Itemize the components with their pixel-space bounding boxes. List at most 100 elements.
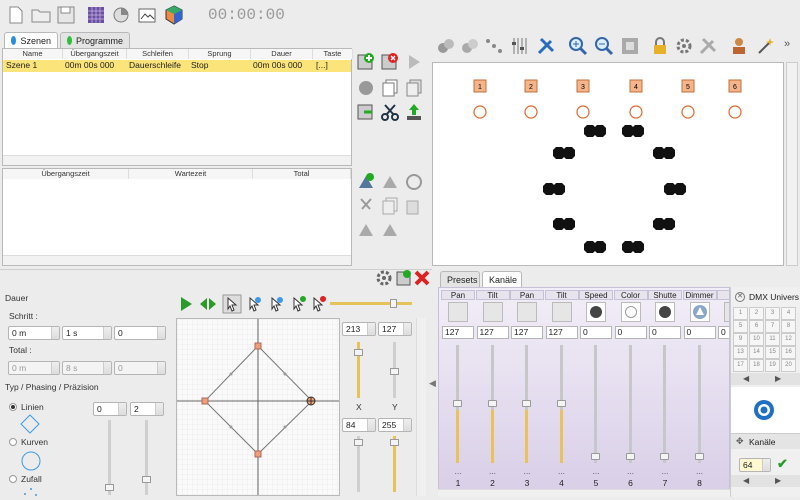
magic-wand-icon[interactable] [756, 36, 776, 56]
dmx-prev-icon[interactable]: ◀ [743, 374, 749, 383]
close-red-icon[interactable] [412, 268, 432, 288]
fixture-1[interactable]: 1 [473, 79, 487, 119]
zoom-out-icon[interactable] [594, 36, 614, 56]
dmx-cell[interactable]: 12 [781, 333, 796, 346]
channel-preset-button[interactable] [448, 302, 468, 322]
col-sprung[interactable]: Sprung [189, 49, 251, 59]
xy-pad[interactable] [176, 318, 340, 496]
export-icon[interactable] [404, 102, 424, 122]
kanaele-prev-icon[interactable]: ◀ [743, 476, 749, 485]
fit-view-icon[interactable] [620, 36, 640, 56]
channel-value-input[interactable]: 127 [476, 326, 509, 339]
delete-step-icon[interactable] [380, 172, 400, 192]
xy-pad-canvas[interactable] [177, 319, 339, 495]
dmx-cell[interactable]: 15 [765, 346, 780, 359]
add-scene-icon[interactable] [356, 52, 376, 72]
precision-slider[interactable] [142, 420, 151, 495]
fixture-6[interactable]: 6 [728, 79, 742, 119]
col-name[interactable]: Name [3, 49, 63, 59]
fader-knob[interactable] [487, 399, 497, 407]
fixture-4[interactable]: 4 [629, 79, 643, 119]
dmx-cell[interactable]: 4 [781, 307, 796, 320]
dmx-cell[interactable]: 5 [733, 320, 748, 333]
fader-knob[interactable] [556, 399, 566, 407]
edit-step-icon[interactable] [380, 220, 400, 240]
channel-value-input[interactable]: 0 [580, 326, 612, 339]
col-dauer[interactable]: Dauer [251, 49, 313, 59]
col-step-wartezeit[interactable]: Wartezeit [129, 169, 253, 179]
paste-icon[interactable] [404, 78, 424, 98]
move-point-icon[interactable] [266, 294, 286, 314]
stage-vscrollbar[interactable] [786, 62, 798, 266]
dmx-cell[interactable]: 16 [781, 346, 796, 359]
lock-icon[interactable] [650, 36, 670, 56]
channel-value-input[interactable]: 0 [649, 326, 681, 339]
cut-icon[interactable] [380, 102, 400, 122]
copy-step-icon[interactable] [380, 196, 400, 216]
phasing-slider[interactable] [105, 420, 114, 495]
dots-icon[interactable] [484, 36, 504, 56]
col-schleifen[interactable]: Schleifen [127, 49, 189, 59]
delete-scene-icon[interactable] [380, 52, 400, 72]
play-scene-icon[interactable] [404, 52, 424, 72]
col-step-total[interactable]: Total [253, 169, 351, 179]
table-row[interactable]: Szene 1 00m 00s 000 Dauerschleife Stop 0… [3, 60, 351, 72]
tab-kanaele[interactable]: Kanäle [482, 271, 522, 287]
fader-knob[interactable] [660, 453, 669, 460]
channel-preset-button[interactable] [551, 302, 572, 322]
radio-zufall[interactable] [9, 475, 17, 483]
tab-presets[interactable]: Presets [440, 271, 480, 287]
tab-programme[interactable]: Programme [60, 32, 130, 48]
dauer-vscrollbar[interactable] [416, 318, 426, 496]
channel-preset-button[interactable] [655, 302, 675, 322]
add-point-icon[interactable] [288, 294, 308, 314]
cube-icon[interactable] [163, 4, 185, 26]
dmx-cell[interactable]: 19 [765, 359, 780, 372]
speed-slider[interactable] [330, 299, 412, 308]
y2-value-input[interactable]: 255 [378, 418, 412, 432]
steps-hscrollbar[interactable] [3, 255, 351, 265]
cut-step-icon[interactable] [356, 196, 376, 216]
copy-icon[interactable] [380, 78, 400, 98]
x-value-input[interactable]: 213 [342, 322, 376, 336]
dmx-cell[interactable]: 17 [733, 359, 748, 372]
x2-value-input[interactable]: 84 [342, 418, 376, 432]
channel-value-input[interactable]: 127 [511, 326, 543, 339]
dmx-close-icon[interactable]: ✕ [735, 292, 745, 302]
schritt-seconds-input[interactable]: 1 s [62, 326, 112, 340]
fader-knob[interactable] [625, 453, 635, 460]
dmx-cell[interactable]: 7 [765, 320, 780, 333]
channel-value-input[interactable]: 127 [545, 326, 578, 339]
fixture-group2-icon[interactable] [460, 36, 480, 56]
loop-step-icon[interactable] [404, 172, 424, 192]
dmx-cell[interactable]: 20 [781, 359, 796, 372]
y-value-input[interactable]: 127 [378, 322, 412, 336]
add-step-icon[interactable] [356, 172, 376, 192]
col-uebergangszeit[interactable]: Übergangszeit [63, 49, 127, 59]
kanaele-next-icon[interactable]: ▶ [775, 476, 781, 485]
move-step-icon[interactable] [356, 220, 376, 240]
col-step-uebergangszeit[interactable]: Übergangszeit [3, 169, 129, 179]
faders-icon[interactable] [510, 36, 530, 56]
phasing-input[interactable]: 0 [93, 402, 127, 416]
collapse-arrow-icon[interactable]: ◀ [429, 378, 436, 389]
bounce-icon[interactable] [198, 294, 218, 314]
paste-step-icon[interactable] [404, 196, 424, 216]
channel-preset-button[interactable] [517, 302, 537, 322]
tab-szenen[interactable]: Szenen [4, 32, 58, 48]
select-point-icon[interactable] [244, 294, 264, 314]
remove-point-icon[interactable] [308, 294, 328, 314]
fader-knob[interactable] [694, 453, 704, 460]
y-slider[interactable] [390, 342, 399, 398]
dmx-next-icon[interactable]: ▶ [775, 374, 781, 383]
schritt-ms-input[interactable]: 0 [114, 326, 166, 340]
channel-fader[interactable] [694, 345, 704, 463]
dmx-cell[interactable]: 13 [733, 346, 748, 359]
save-icon[interactable] [56, 5, 76, 25]
tools-icon[interactable] [536, 36, 556, 56]
channel-fader[interactable] [487, 345, 497, 463]
zoom-in-icon[interactable] [568, 36, 588, 56]
scenes-hscrollbar[interactable] [3, 155, 351, 165]
dmx-cell[interactable]: 1 [733, 307, 748, 320]
more-icon[interactable]: » [784, 38, 790, 50]
